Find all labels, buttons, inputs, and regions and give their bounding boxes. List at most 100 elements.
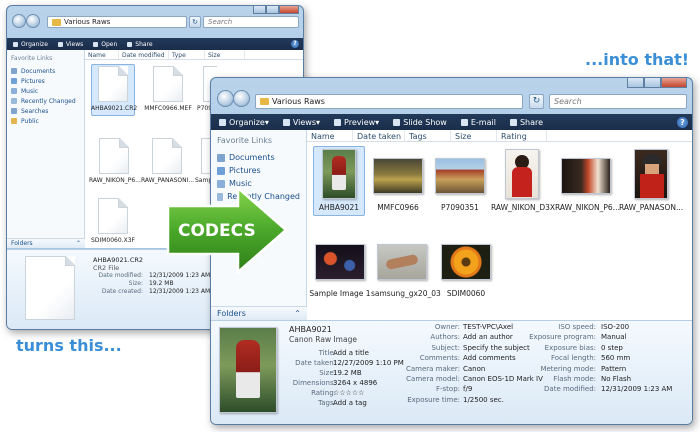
detail-value[interactable]: 19.2 MB [333, 369, 362, 377]
organize-button[interactable]: Organize ▾ [219, 118, 269, 127]
file-name: AHBA9021.CR2 [91, 105, 138, 112]
organize-button[interactable]: Organize [13, 41, 48, 48]
folders-toggle[interactable]: Folders ⌃ [7, 238, 85, 248]
file-item[interactable]: SDIM0060.X3F [91, 196, 135, 248]
file-name: P7090351 [441, 203, 479, 212]
detail-value[interactable]: 0 step [601, 344, 623, 352]
nav-public[interactable]: Public [11, 116, 80, 126]
views-button[interactable]: Views [57, 41, 83, 48]
address-bar[interactable]: Various Raws [47, 16, 187, 28]
open-button[interactable]: Open [93, 41, 117, 48]
detail-value[interactable]: Specify the subject [463, 344, 530, 352]
help-icon[interactable]: ? [677, 116, 688, 128]
close-button[interactable] [279, 6, 299, 14]
detail-key: Authors: [430, 333, 460, 342]
file-item[interactable]: RAW_PANASONI... [141, 136, 195, 188]
share-button[interactable]: Share [127, 41, 153, 48]
column-tags[interactable]: Tags [405, 130, 451, 141]
detail-value[interactable]: Add comments [463, 354, 516, 362]
detail-key: Comments: [419, 354, 460, 363]
detail-value[interactable]: f/9 [463, 385, 472, 393]
minimize-button[interactable] [253, 6, 266, 14]
column-name[interactable]: Name [85, 50, 119, 59]
maximize-button[interactable] [266, 6, 279, 14]
photo-thumbnail [373, 158, 423, 194]
address-bar[interactable]: Various Raws [255, 94, 523, 109]
nav-searches[interactable]: Searches [11, 106, 80, 116]
nav-pictures[interactable]: Pictures [11, 76, 80, 86]
back-button[interactable] [12, 14, 26, 28]
folders-toggle[interactable]: Folders ⌃ [211, 306, 307, 320]
file-name: AHBA9021 [318, 203, 360, 212]
detail-value[interactable]: No Flash [601, 375, 631, 383]
detail-value[interactable]: ☆☆☆☆☆ [333, 389, 364, 397]
detail-value[interactable]: Add a title [333, 349, 369, 357]
email-button[interactable]: E-mail [460, 118, 496, 127]
chevron-up-icon: ⌃ [294, 309, 301, 318]
photo-item[interactable]: AHBA9021 [313, 146, 365, 216]
column-size[interactable]: Size [205, 50, 245, 59]
help-icon[interactable]: ? [291, 40, 299, 48]
detail-value[interactable]: Add a tag [333, 399, 367, 407]
views-button[interactable]: Views ▾ [282, 118, 320, 127]
file-name: RAW_NIKON_D3X [491, 203, 556, 212]
file-item[interactable]: MMFC0966.MEF [143, 64, 193, 116]
detail-value[interactable]: Pattern [601, 365, 626, 373]
slideshow-button[interactable]: Slide Show [393, 118, 447, 127]
nav-recently-changed[interactable]: Recently Changed [11, 96, 80, 106]
photo-item[interactable]: MMFC0966 [369, 146, 427, 216]
detail-value[interactable]: Canon EOS-1D Mark IV [463, 375, 543, 383]
column-rating[interactable]: Rating [497, 130, 547, 141]
minimize-button[interactable] [627, 78, 644, 88]
views-icon [57, 41, 63, 47]
refresh-button[interactable]: ↻ [529, 94, 544, 109]
detail-value[interactable]: 12/27/2009 1:10 PM [333, 359, 404, 367]
back-button[interactable] [217, 90, 234, 107]
search-input[interactable]: Search [203, 16, 299, 28]
detail-value[interactable]: 1/2500 sec. [463, 396, 504, 404]
search-input[interactable]: Search [549, 94, 687, 109]
photo-item[interactable]: samsung_gx20_03 [371, 232, 441, 302]
file-name: RAW_NIKON_P6... [89, 177, 141, 184]
column-date-taken[interactable]: Date taken [353, 130, 405, 141]
share-button[interactable]: Share [509, 118, 543, 127]
photo-item[interactable]: RAW_NIKON_D3X [491, 146, 556, 216]
file-item[interactable]: AHBA9021.CR2 [91, 64, 138, 116]
file-name: RAW_PANASONI... [141, 177, 195, 184]
detail-value[interactable]: TEST-VPC\Axel [463, 323, 513, 331]
forward-button[interactable] [233, 90, 250, 107]
detail-value[interactable]: ISO-200 [601, 323, 629, 331]
address-text: Various Raws [272, 97, 325, 106]
detail-value[interactable]: 3264 x 4896 [333, 379, 377, 387]
photo-item[interactable]: P7090351 [431, 146, 489, 216]
photo-item[interactable]: Sample Image 1 [309, 232, 371, 302]
nav-documents[interactable]: Documents [217, 151, 300, 164]
refresh-button[interactable]: ↻ [189, 16, 201, 28]
column-date-modified[interactable]: Date modified [119, 50, 169, 59]
file-item[interactable]: RAW_NIKON_P6... [89, 136, 141, 188]
nav-pictures[interactable]: Pictures [217, 164, 300, 177]
photo-thumbnail [441, 244, 491, 280]
column-name[interactable]: Name [307, 130, 353, 141]
file-name: SDIM0060.X3F [91, 237, 135, 244]
column-size[interactable]: Size [451, 130, 497, 141]
open-icon [93, 41, 99, 47]
detail-value[interactable]: Add an author [463, 333, 513, 341]
photo-item[interactable]: RAW_NIKON_P6... [555, 146, 620, 216]
maximize-button[interactable] [644, 78, 661, 88]
detail-value[interactable]: 560 mm [601, 354, 630, 362]
close-button[interactable] [661, 78, 687, 88]
forward-button[interactable] [26, 14, 40, 28]
detail-key: Exposure program: [529, 333, 596, 342]
nav-music[interactable]: Music [11, 86, 80, 96]
address-text: Various Raws [64, 18, 111, 26]
detail-value[interactable]: Canon [463, 365, 485, 373]
detail-value[interactable]: Manual [601, 333, 626, 341]
preview-button[interactable]: Preview ▾ [334, 118, 379, 127]
detail-value[interactable]: 12/31/2009 1:23 AM [601, 385, 672, 393]
column-type[interactable]: Type [169, 50, 205, 59]
nav-documents[interactable]: Documents [11, 66, 80, 76]
navigation-pane: Favorite Links Documents Pictures Music … [7, 50, 85, 238]
photo-item[interactable]: SDIM0060 [435, 232, 497, 302]
photo-item[interactable]: RAW_PANASON... [619, 146, 683, 216]
